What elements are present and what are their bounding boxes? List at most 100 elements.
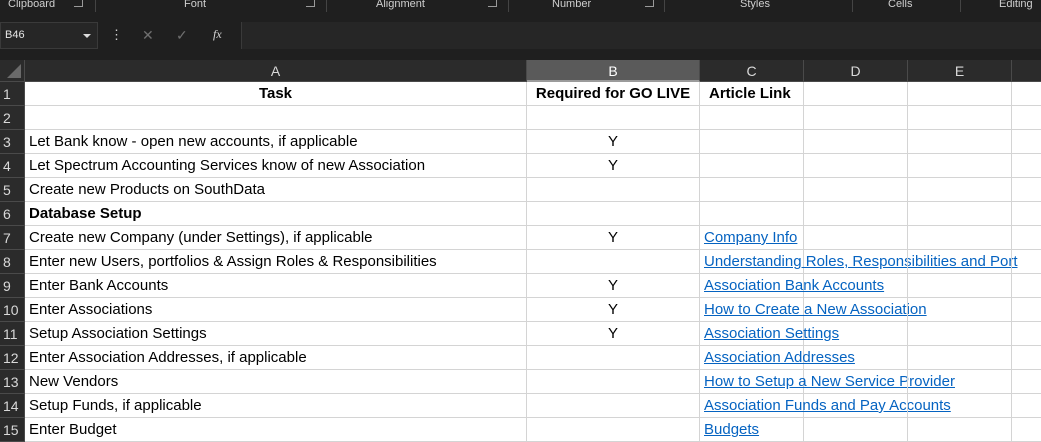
column-header-c[interactable]: C <box>700 60 804 82</box>
column-header-a[interactable]: A <box>25 60 527 82</box>
cell-f1[interactable] <box>1012 82 1041 106</box>
cell-a15[interactable]: Enter Budget <box>25 418 527 442</box>
cell-a9[interactable]: Enter Bank Accounts <box>25 274 527 298</box>
row-header[interactable]: 2 <box>0 106 25 130</box>
row-header[interactable]: 6 <box>0 202 25 226</box>
cell-e5[interactable] <box>908 178 1012 202</box>
cell-b3[interactable]: Y <box>527 130 700 154</box>
cell-b13[interactable] <box>527 370 700 394</box>
cell-b7[interactable]: Y <box>527 226 700 250</box>
column-header-d[interactable]: D <box>804 60 908 82</box>
cell-e13[interactable] <box>908 370 1012 394</box>
cell-e11[interactable] <box>908 322 1012 346</box>
cell-a2[interactable] <box>25 106 527 130</box>
cell-d3[interactable] <box>804 130 908 154</box>
cell-f4[interactable] <box>1012 154 1041 178</box>
cell-b12[interactable] <box>527 346 700 370</box>
cell-a10[interactable]: Enter Associations <box>25 298 527 322</box>
article-link[interactable]: Association Addresses <box>700 346 855 370</box>
cell-f5[interactable] <box>1012 178 1041 202</box>
column-header-f[interactable] <box>1012 60 1041 82</box>
cell-d13[interactable] <box>804 370 908 394</box>
cell-d2[interactable] <box>804 106 908 130</box>
cell-c5[interactable] <box>700 178 804 202</box>
cell-a11[interactable]: Setup Association Settings <box>25 322 527 346</box>
cell-b4[interactable]: Y <box>527 154 700 178</box>
cell-e2[interactable] <box>908 106 1012 130</box>
font-launcher-icon[interactable] <box>306 0 315 7</box>
cell-f10[interactable] <box>1012 298 1041 322</box>
cell-b9[interactable]: Y <box>527 274 700 298</box>
cell-f12[interactable] <box>1012 346 1041 370</box>
cell-e7[interactable] <box>908 226 1012 250</box>
number-launcher-icon[interactable] <box>645 0 654 7</box>
article-link[interactable]: Association Settings <box>700 322 839 346</box>
formula-input[interactable] <box>241 22 1041 49</box>
cell-f15[interactable] <box>1012 418 1041 442</box>
cell-b10[interactable]: Y <box>527 298 700 322</box>
cell-d8[interactable] <box>804 250 908 274</box>
cell-a8[interactable]: Enter new Users, portfolios & Assign Rol… <box>25 250 527 274</box>
cell-d14[interactable] <box>804 394 908 418</box>
select-all-button[interactable] <box>0 60 25 82</box>
row-header[interactable]: 10 <box>0 298 25 322</box>
cell-e12[interactable] <box>908 346 1012 370</box>
cell-f14[interactable] <box>1012 394 1041 418</box>
cell-d4[interactable] <box>804 154 908 178</box>
row-header[interactable]: 8 <box>0 250 25 274</box>
enter-check-icon[interactable]: ✓ <box>176 26 188 44</box>
article-link[interactable]: Association Bank Accounts <box>700 274 884 298</box>
cell-d7[interactable] <box>804 226 908 250</box>
cell-d9[interactable] <box>804 274 908 298</box>
cell-f11[interactable] <box>1012 322 1041 346</box>
row-header[interactable]: 13 <box>0 370 25 394</box>
cell-d10[interactable] <box>804 298 908 322</box>
cell-a14[interactable]: Setup Funds, if applicable <box>25 394 527 418</box>
row-header[interactable]: 9 <box>0 274 25 298</box>
row-header[interactable]: 12 <box>0 346 25 370</box>
cell-e6[interactable] <box>908 202 1012 226</box>
cell-b2[interactable] <box>527 106 700 130</box>
name-box[interactable]: B46 <box>0 22 98 49</box>
cell-e15[interactable] <box>908 418 1012 442</box>
cell-b11[interactable]: Y <box>527 322 700 346</box>
cell-e10[interactable] <box>908 298 1012 322</box>
cell-a13[interactable]: New Vendors <box>25 370 527 394</box>
cell-a1[interactable]: Task <box>25 82 527 106</box>
article-link[interactable]: Budgets <box>700 418 804 442</box>
cell-b5[interactable] <box>527 178 700 202</box>
row-header[interactable]: 1 <box>0 82 25 106</box>
row-header[interactable]: 7 <box>0 226 25 250</box>
row-header[interactable]: 11 <box>0 322 25 346</box>
more-options-icon[interactable]: ⋮ <box>110 28 123 42</box>
cancel-icon[interactable]: ✕ <box>142 26 154 44</box>
row-header[interactable]: 4 <box>0 154 25 178</box>
row-header[interactable]: 5 <box>0 178 25 202</box>
cell-b15[interactable] <box>527 418 700 442</box>
cell-c6[interactable] <box>700 202 804 226</box>
cell-f2[interactable] <box>1012 106 1041 130</box>
cell-c4[interactable] <box>700 154 804 178</box>
cell-f6[interactable] <box>1012 202 1041 226</box>
cell-c3[interactable] <box>700 130 804 154</box>
column-header-e[interactable]: E <box>908 60 1012 82</box>
article-link[interactable]: Company Info <box>700 226 804 250</box>
cell-b14[interactable] <box>527 394 700 418</box>
chevron-down-icon[interactable] <box>83 34 91 38</box>
cell-e8[interactable] <box>908 250 1012 274</box>
cell-f7[interactable] <box>1012 226 1041 250</box>
cell-c2[interactable] <box>700 106 804 130</box>
cell-a5[interactable]: Create new Products on SouthData <box>25 178 527 202</box>
cell-d11[interactable] <box>804 322 908 346</box>
cell-e14[interactable] <box>908 394 1012 418</box>
clipboard-launcher-icon[interactable] <box>74 0 83 7</box>
cell-a4[interactable]: Let Spectrum Accounting Services know of… <box>25 154 527 178</box>
cell-d12[interactable] <box>804 346 908 370</box>
cell-f8[interactable] <box>1012 250 1041 274</box>
cell-a6[interactable]: Database Setup <box>25 202 527 226</box>
cell-e1[interactable] <box>908 82 1012 106</box>
cell-d15[interactable] <box>804 418 908 442</box>
insert-function-icon[interactable]: fx <box>213 27 222 42</box>
cell-f9[interactable] <box>1012 274 1041 298</box>
row-header[interactable]: 15 <box>0 418 25 442</box>
